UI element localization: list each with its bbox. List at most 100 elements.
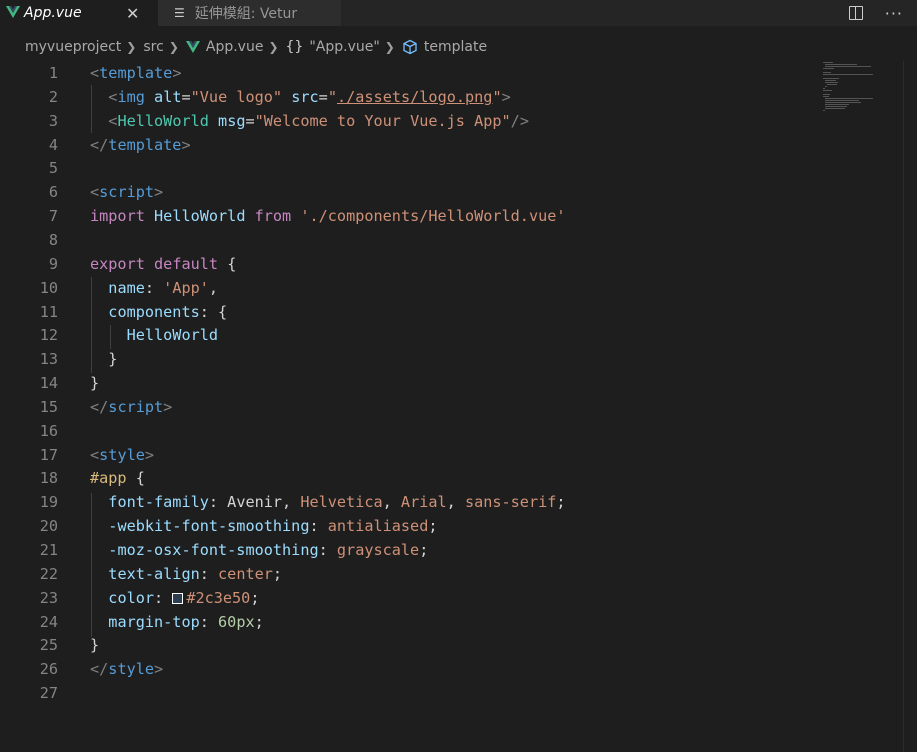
code-token: color	[108, 588, 155, 607]
code-token: >	[501, 87, 511, 106]
code-token: <	[90, 64, 100, 82]
tab-label: 延伸模組: Vetur	[194, 6, 298, 22]
chevron-right-icon: ❯	[168, 40, 179, 54]
code-token: ,	[208, 278, 219, 297]
code-token: :	[144, 278, 164, 297]
code-token: : {	[199, 302, 228, 321]
code-token: :	[318, 541, 337, 559]
line-number: 15	[39, 397, 58, 416]
code-token: =	[318, 87, 328, 106]
code-text: HelloWorld	[90, 323, 218, 347]
code-token: >	[144, 445, 155, 464]
code-text: components: {	[90, 300, 227, 324]
chevron-right-icon: ❯	[126, 40, 137, 54]
code-token: "	[492, 87, 502, 106]
breadcrumb: myvueproject ❯ src ❯ App.vue ❯ {} "App.v…	[0, 36, 487, 58]
line-number: 20	[39, 517, 58, 536]
line-number: 5	[48, 159, 58, 178]
code-token: Arial	[400, 493, 447, 512]
cube-icon	[403, 39, 417, 55]
line-number: 4	[48, 135, 58, 154]
line-number: 14	[39, 374, 58, 393]
code-token: </	[90, 135, 109, 154]
breadcrumb-item-module[interactable]: "App.vue"	[309, 39, 379, 55]
code-token: -webkit-font-smoothing	[108, 517, 310, 536]
line-number: 23	[39, 588, 58, 607]
breadcrumb-item-project[interactable]: myvueproject	[25, 39, 121, 55]
line-number: 2	[48, 87, 58, 106]
code-token: ;	[250, 588, 260, 607]
code-token: margin-top	[108, 612, 200, 631]
code-token: ;	[272, 564, 283, 583]
code-token: :	[199, 564, 219, 583]
line-number: 12	[39, 326, 58, 345]
code-token: ;	[556, 493, 566, 512]
line-number: 8	[48, 230, 58, 249]
code-token: #app	[90, 469, 127, 488]
code-token: {	[126, 469, 145, 488]
color-swatch-icon[interactable]	[172, 592, 184, 604]
code-token: "Vue logo"	[190, 87, 283, 106]
breadcrumb-item-template[interactable]: template	[424, 39, 487, 55]
line-number: 7	[48, 207, 58, 226]
breadcrumb-item-src[interactable]: src	[143, 39, 163, 55]
code-token: HelloWorld	[126, 326, 219, 345]
chevron-right-icon: ❯	[268, 40, 279, 54]
code-text: margin-top: 60px;	[90, 610, 264, 634]
line-number: 16	[39, 421, 58, 440]
close-icon[interactable]: ✕	[126, 4, 139, 23]
code-token: default	[154, 254, 219, 273]
code-token: <	[90, 183, 100, 202]
code-text: <HelloWorld msg="Welcome to Your Vue.js …	[90, 109, 529, 133]
code-token: ;	[254, 612, 264, 631]
scrollbar-track[interactable]	[903, 61, 904, 752]
line-number: 6	[48, 183, 58, 202]
code-text: color: #2c3e50;	[90, 586, 259, 610]
code-token: style	[99, 445, 145, 464]
line-number: 25	[39, 636, 58, 655]
chevron-right-icon: ❯	[384, 40, 395, 54]
code-token: >	[154, 660, 164, 679]
code-token: </	[90, 660, 109, 679]
tab-vetur-extension[interactable]: ☰ 延伸模組: Vetur	[158, 0, 341, 26]
line-number: 3	[48, 111, 58, 130]
line-number: 17	[39, 445, 58, 464]
code-token: msg	[218, 111, 246, 130]
code-token: import	[90, 207, 145, 226]
code-token: export	[90, 254, 145, 273]
code-text: }	[90, 633, 99, 657]
code-token: >	[163, 397, 173, 416]
line-number: 19	[39, 493, 58, 512]
tab-app-vue[interactable]: App.vue ✕	[0, 0, 158, 26]
code-text: <style>	[90, 443, 154, 467]
code-token: "Welcome to Your Vue.js App"	[254, 111, 511, 130]
breadcrumb-item-file[interactable]: App.vue	[206, 39, 264, 55]
split-editor-icon[interactable]	[848, 6, 863, 20]
code-token: name	[108, 278, 145, 297]
minimap[interactable]	[818, 61, 888, 111]
code-token: -moz-osx-font-smoothing	[108, 541, 319, 559]
more-actions-icon[interactable]: ···	[885, 4, 903, 23]
code-editor[interactable]: 1 <template> 2 <img alt="Vue logo" src="./…	[0, 61, 917, 752]
code-token: template	[108, 135, 182, 154]
tab-label: App.vue	[24, 5, 82, 21]
code-token: #2c3e50	[186, 588, 251, 607]
code-token: :	[309, 517, 328, 536]
line-number: 26	[39, 660, 58, 679]
code-token: font-family	[108, 493, 209, 512]
code-token: "	[327, 87, 337, 106]
code-text: name: 'App',	[90, 276, 218, 300]
code-token: img	[117, 87, 145, 106]
code-token: HelloWorld	[117, 111, 209, 130]
